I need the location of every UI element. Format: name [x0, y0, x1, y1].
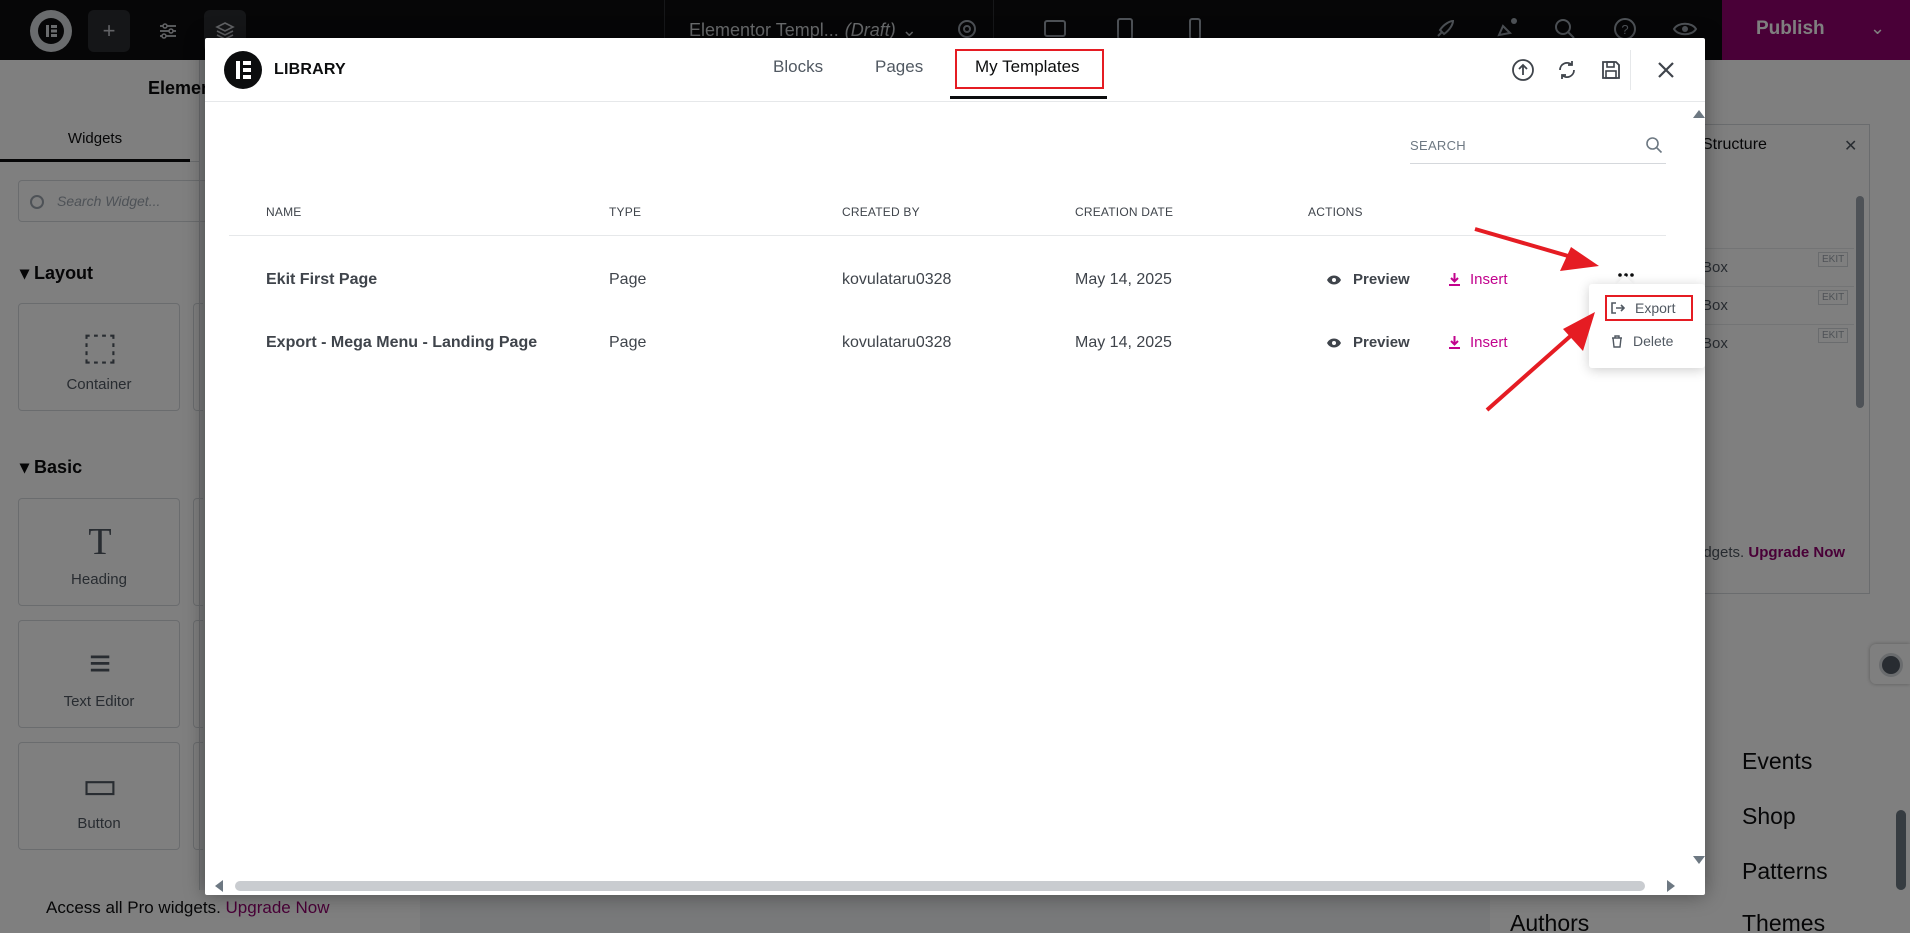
insert-button[interactable]: Insert [1449, 271, 1508, 288]
horizontal-scrollbar[interactable] [235, 881, 1645, 891]
template-type: Page [609, 271, 647, 288]
table-row: Ekit First Page Page kovulataru0328 May … [229, 249, 1666, 311]
import-icon[interactable] [1511, 58, 1535, 82]
tab-blocks[interactable]: Blocks [773, 57, 823, 77]
template-name: Ekit First Page [266, 271, 378, 288]
menu-item-label: Delete [1633, 333, 1674, 349]
save-icon[interactable] [1599, 58, 1623, 82]
insert-label: Insert [1470, 271, 1508, 288]
annotation-highlight-export [1605, 295, 1693, 321]
tab-pages[interactable]: Pages [875, 57, 923, 77]
download-icon [1449, 336, 1460, 349]
menu-item-delete[interactable]: Delete [1611, 333, 1673, 349]
template-name: Export - Mega Menu - Landing Page [266, 334, 538, 351]
column-created-by[interactable]: CREATED BY [842, 205, 920, 219]
eye-icon [1327, 338, 1341, 347]
insert-label: Insert [1470, 334, 1508, 351]
template-author: kovulataru0328 [842, 334, 952, 351]
template-type: Page [609, 334, 647, 351]
preview-button[interactable]: Preview [1327, 334, 1410, 351]
header-divider [1630, 50, 1631, 90]
scroll-left-arrow[interactable] [215, 880, 223, 892]
download-icon [1449, 273, 1460, 286]
template-date: May 14, 2025 [1075, 334, 1172, 351]
template-date: May 14, 2025 [1075, 271, 1172, 288]
column-actions: ACTIONS [1308, 205, 1363, 219]
eye-icon [1327, 275, 1341, 284]
column-creation-date[interactable]: CREATION DATE [1075, 205, 1173, 219]
annotation-highlight-tab [955, 49, 1104, 89]
table-header: NAME TYPE CREATED BY CREATION DATE ACTIO… [229, 200, 1666, 236]
preview-button[interactable]: Preview [1327, 271, 1410, 288]
template-library-modal: LIBRARY Blocks Pages My Templates NAME T… [205, 38, 1705, 895]
scroll-right-arrow[interactable] [1667, 880, 1675, 892]
column-type[interactable]: TYPE [609, 205, 641, 219]
elementor-logo-icon [224, 51, 262, 89]
template-author: kovulataru0328 [842, 271, 952, 288]
active-tab-indicator [950, 96, 1107, 99]
sync-icon[interactable] [1555, 58, 1579, 82]
preview-label: Preview [1353, 271, 1410, 288]
library-search [1410, 128, 1666, 164]
close-icon[interactable] [1654, 58, 1678, 82]
insert-button[interactable]: Insert [1449, 334, 1508, 351]
scroll-down-arrow[interactable] [1693, 856, 1705, 864]
trash-icon [1612, 334, 1622, 348]
search-icon[interactable] [1645, 136, 1663, 154]
search-input[interactable] [1410, 132, 1630, 158]
column-name[interactable]: NAME [266, 205, 301, 219]
table-row: Export - Mega Menu - Landing Page Page k… [229, 312, 1666, 374]
library-title: LIBRARY [274, 61, 346, 78]
scroll-up-arrow[interactable] [1693, 110, 1705, 118]
preview-label: Preview [1353, 334, 1410, 351]
